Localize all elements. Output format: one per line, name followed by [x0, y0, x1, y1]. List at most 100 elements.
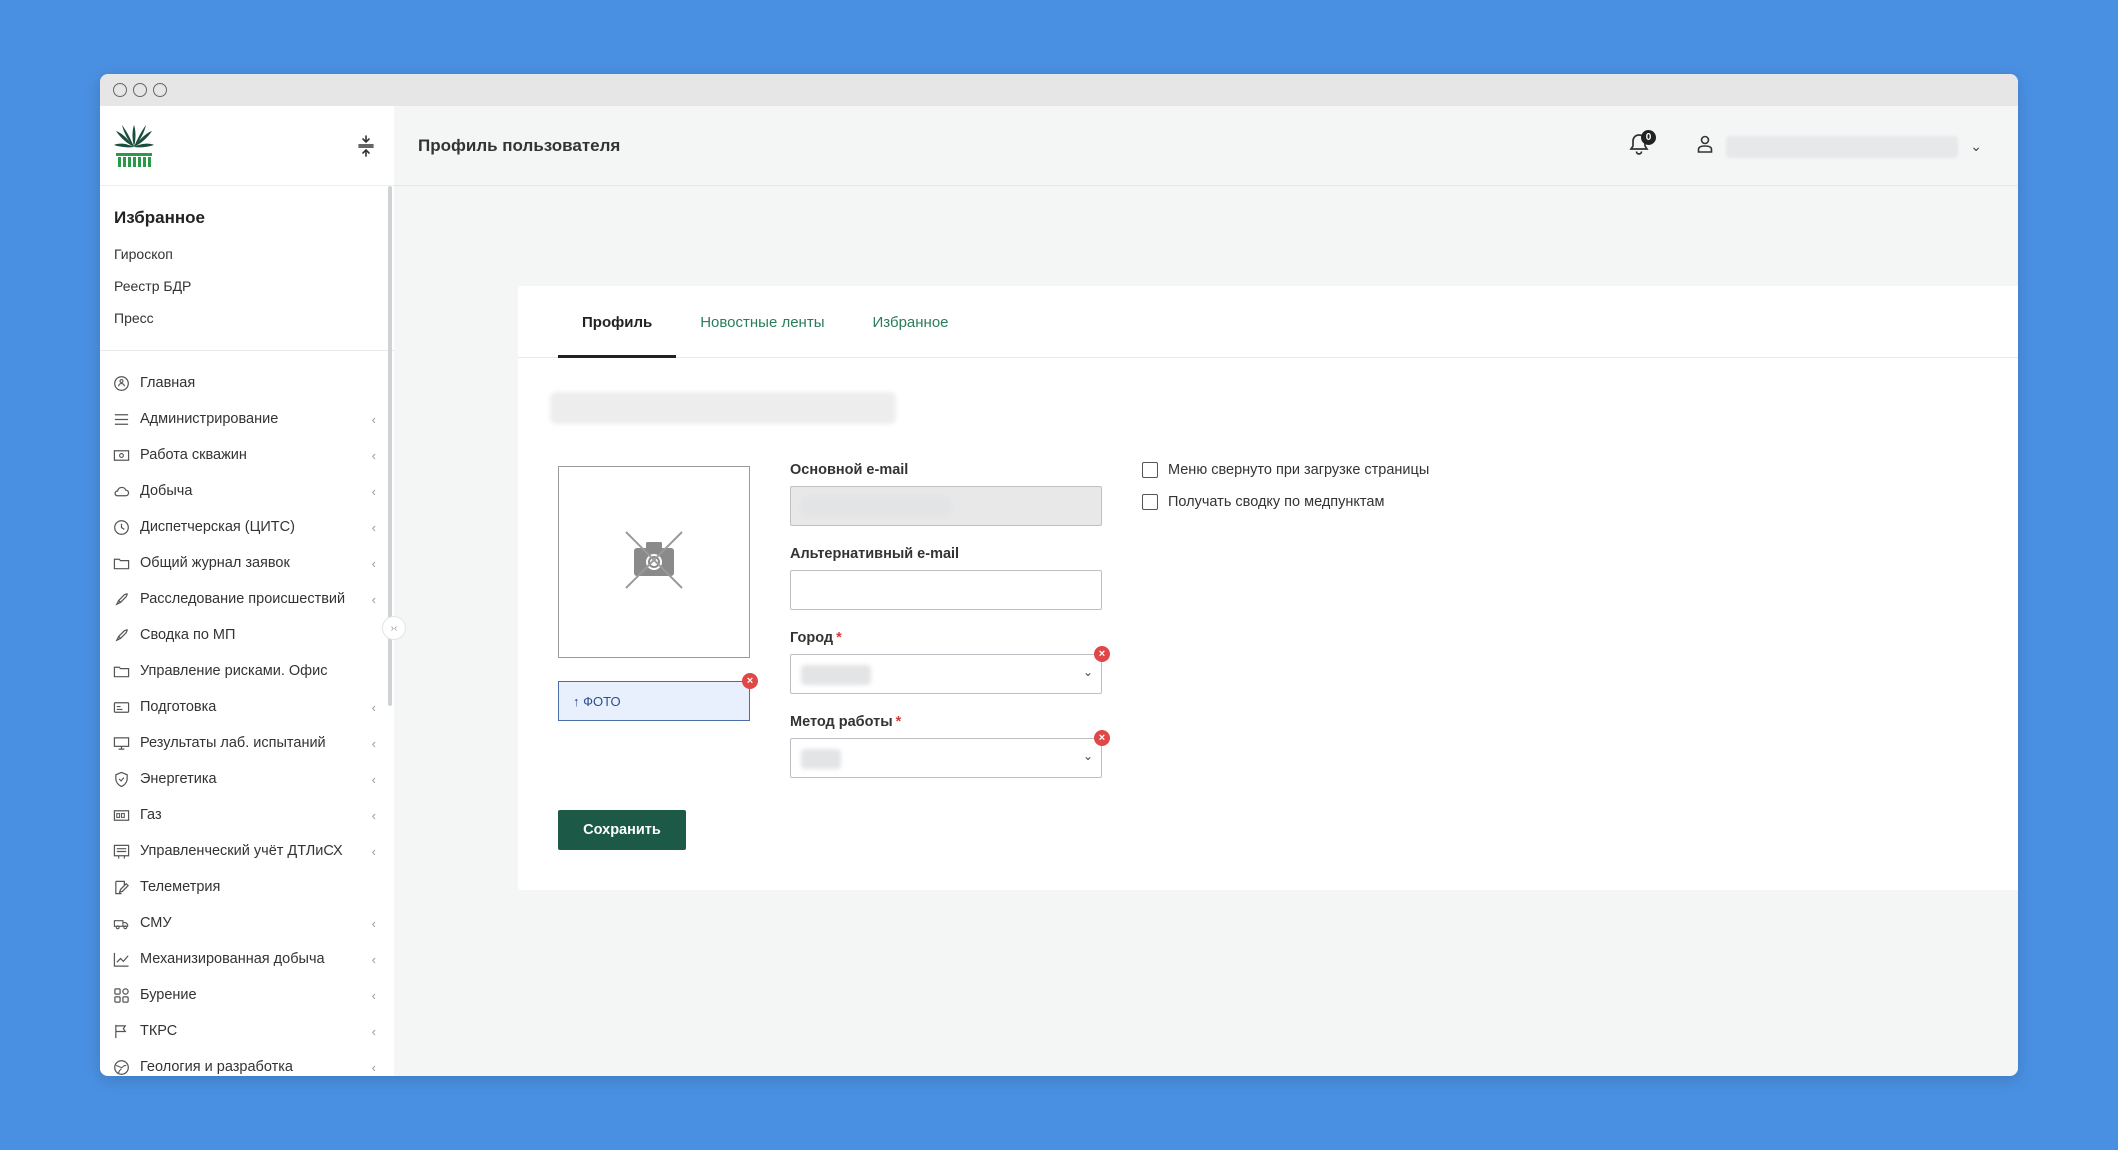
- medpoints-summary-label: Получать сводку по медпунктам: [1168, 494, 1385, 510]
- sidebar-item-risk-management[interactable]: Управление рисками. Офис: [100, 653, 394, 689]
- sidebar-item-label: Бурение: [140, 987, 197, 1003]
- sidebar-item-label: Работа скважин: [140, 447, 247, 463]
- sidebar-item-tkrs[interactable]: ТКРС ‹: [100, 1013, 394, 1049]
- sidebar-item-production[interactable]: Добыча ‹: [100, 473, 394, 509]
- clear-method-icon[interactable]: ×: [1094, 730, 1110, 746]
- notifications-button[interactable]: 0: [1628, 130, 1656, 160]
- sidebar-item-gas[interactable]: Газ ‹: [100, 797, 394, 833]
- sidebar-item-label: Управление рисками. Офис: [140, 663, 328, 679]
- list-icon: [112, 410, 130, 428]
- window-close-dot[interactable]: [113, 83, 127, 97]
- sidebar-item-preparation[interactable]: Подготовка ‹: [100, 689, 394, 725]
- sidebar-nav: Главная Администрирование ‹ Работа скваж…: [100, 351, 394, 1076]
- photo-placeholder: [558, 466, 750, 658]
- required-mark: *: [895, 714, 902, 730]
- sidebar-item-label: Управленческий учёт ДТЛиСХ: [140, 843, 343, 859]
- company-logo[interactable]: [112, 121, 156, 171]
- sidebar-item-home[interactable]: Главная: [100, 365, 394, 401]
- home-icon: [112, 374, 130, 392]
- sidebar-item-label: ТКРС: [140, 1023, 178, 1039]
- tab-profile[interactable]: Профиль: [558, 311, 677, 358]
- favorite-item-press[interactable]: Пресс: [114, 302, 380, 334]
- sidebar-item-incident-investigation[interactable]: Расследование происшествий ‹: [100, 581, 394, 617]
- tab-favorites[interactable]: Избранное: [849, 311, 973, 357]
- city-select[interactable]: ⌄: [790, 654, 1102, 694]
- user-menu[interactable]: ⌄: [1696, 134, 1982, 159]
- chevron-left-icon: ‹: [371, 771, 376, 787]
- chevron-left-icon: ‹: [371, 555, 376, 571]
- sidebar-toggle-icon[interactable]: ›‹: [382, 616, 406, 640]
- sidebar-item-lab-results[interactable]: Результаты лаб. испытаний ‹: [100, 725, 394, 761]
- profile-tabs: Профиль Новостные ленты Избранное: [518, 286, 2018, 358]
- sidebar-item-label: СМУ: [140, 915, 172, 931]
- sidebar-item-label: Энергетика: [140, 771, 217, 787]
- clear-photo-icon[interactable]: ×: [742, 673, 758, 689]
- alt-email-field[interactable]: [790, 570, 1102, 610]
- no-photo-icon: [620, 526, 688, 599]
- primary-email-field: [790, 486, 1102, 526]
- window-minimize-dot[interactable]: [133, 83, 147, 97]
- sidebar-item-label: Главная: [140, 375, 196, 391]
- menu-collapsed-option[interactable]: Меню свернуто при загрузке страницы: [1142, 462, 1429, 478]
- window-titlebar: [100, 74, 2018, 106]
- sidebar-item-label: Администрирование: [140, 411, 279, 427]
- window-maximize-dot[interactable]: [153, 83, 167, 97]
- chevron-left-icon: ‹: [371, 951, 376, 967]
- sidebar-item-smu[interactable]: СМУ ‹: [100, 905, 394, 941]
- cloud-icon: [112, 482, 130, 500]
- sidebar-item-management-accounting[interactable]: Управленческий учёт ДТЛиСХ ‹: [100, 833, 394, 869]
- sidebar-header: [100, 106, 394, 186]
- favorite-item-gyroscope[interactable]: Гироскоп: [114, 238, 380, 270]
- save-button[interactable]: Сохранить: [558, 810, 686, 850]
- sidebar-item-label: Диспетчерская (ЦИТС): [140, 519, 295, 535]
- medpoints-summary-option[interactable]: Получать сводку по медпунктам: [1142, 494, 1384, 510]
- chevron-left-icon: ‹: [371, 915, 376, 931]
- medpoints-summary-checkbox[interactable]: [1142, 494, 1158, 510]
- favorite-item-bdr-registry[interactable]: Реестр БДР: [114, 270, 380, 302]
- sidebar-item-geology[interactable]: Геология и разработка ‹: [100, 1049, 394, 1076]
- user-icon: [1696, 134, 1714, 159]
- user-name: [1726, 135, 1959, 158]
- sidebar-item-mp-summary[interactable]: Сводка по МП: [100, 617, 394, 653]
- sidebar-item-administration[interactable]: Администрирование ‹: [100, 401, 394, 437]
- chevron-left-icon: ‹: [371, 699, 376, 715]
- menu-collapsed-label: Меню свернуто при загрузке страницы: [1168, 462, 1430, 478]
- required-mark: *: [836, 630, 842, 646]
- chevron-left-icon: ‹: [371, 411, 376, 427]
- clear-city-icon[interactable]: ×: [1094, 646, 1110, 662]
- sidebar-item-requests-journal[interactable]: Общий журнал заявок ‹: [100, 545, 394, 581]
- sidebar: Избранное Гироскоп Реестр БДР Пресс Глав…: [100, 106, 394, 1076]
- folder-icon: [112, 554, 130, 572]
- work-method-select[interactable]: ⌄: [790, 738, 1102, 778]
- sidebar-item-dispatch[interactable]: Диспетчерская (ЦИТС) ‹: [100, 509, 394, 545]
- rocket-icon: [112, 626, 130, 644]
- city-value: [801, 665, 871, 685]
- gauge-icon: [112, 806, 130, 824]
- sidebar-item-energy[interactable]: Энергетика ‹: [100, 761, 394, 797]
- chevron-down-icon: ⌄: [1082, 665, 1093, 679]
- sidebar-item-label: Механизированная добыча: [140, 951, 325, 967]
- app-window: Избранное Гироскоп Реестр БДР Пресс Глав…: [100, 74, 2018, 1076]
- chevron-left-icon: ‹: [371, 1059, 376, 1075]
- top-bar: Профиль пользователя 0 ⌄: [394, 106, 2018, 186]
- collapse-sidebar-icon[interactable]: [356, 134, 376, 158]
- city-label: Город *: [790, 630, 842, 646]
- rocket-icon: [112, 590, 130, 608]
- shield-icon: [112, 770, 130, 788]
- chevron-left-icon: ‹: [371, 735, 376, 751]
- notifications-badge: 0: [1641, 130, 1656, 145]
- primary-email-label: Основной e-mail: [790, 462, 909, 478]
- chevron-left-icon: ‹: [371, 591, 376, 607]
- sidebar-item-telemetry[interactable]: Телеметрия: [100, 869, 394, 905]
- city-label-text: Город: [790, 630, 834, 646]
- sidebar-item-mechanized-production[interactable]: Механизированная добыча ‹: [100, 941, 394, 977]
- sidebar-item-label: Расследование происшествий: [140, 591, 346, 607]
- method-value: [801, 749, 841, 769]
- upload-photo-button[interactable]: ↑ ФОТО: [558, 681, 750, 721]
- chevron-left-icon: ‹: [371, 519, 376, 535]
- sidebar-item-well-operations[interactable]: Работа скважин ‹: [100, 437, 394, 473]
- profile-card: Профиль Новостные ленты Избранное ↑ ФОТО…: [518, 286, 2018, 890]
- menu-collapsed-checkbox[interactable]: [1142, 462, 1158, 478]
- sidebar-item-drilling[interactable]: Бурение ‹: [100, 977, 394, 1013]
- tab-news-feeds[interactable]: Новостные ленты: [676, 311, 848, 357]
